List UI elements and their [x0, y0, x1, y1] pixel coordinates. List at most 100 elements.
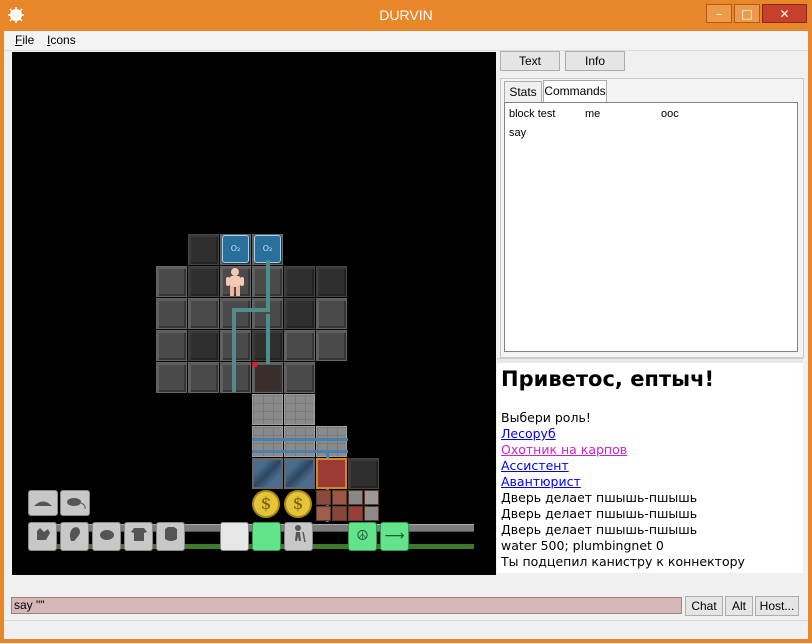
map-view[interactable]: O₂ O₂ $ $ ☮ ⟶ — [12, 52, 496, 575]
brick-tile — [364, 506, 379, 521]
window-title: DURVIN — [379, 7, 433, 23]
coin-icon[interactable]: $ — [284, 490, 312, 518]
water-pipe — [252, 450, 348, 453]
floor-tile — [284, 266, 315, 297]
brick-tile — [332, 506, 347, 521]
hud-walk-icon[interactable] — [284, 522, 313, 551]
grab-hand-icon — [36, 528, 50, 540]
command-me[interactable]: me — [585, 108, 600, 120]
hud-ear-icon[interactable] — [60, 522, 89, 551]
command-say[interactable]: say — [509, 127, 526, 139]
menu-file[interactable]: File — [15, 33, 34, 47]
alt-button[interactable]: Alt — [725, 596, 753, 616]
output-line: Дверь делает пшышь-пшышь — [501, 506, 698, 521]
window-tile — [252, 458, 283, 489]
floor-tile — [316, 266, 347, 297]
role-link-adventurer[interactable]: Авантюрист — [501, 474, 581, 489]
greeting-text: Приветос, ептыч! — [501, 367, 715, 391]
hud-grab-icon[interactable] — [28, 522, 57, 551]
clothes-icon — [130, 528, 147, 541]
window-border-bottom — [0, 639, 812, 643]
floor-tile — [188, 266, 219, 297]
floor-tile — [316, 330, 347, 361]
tab-stats[interactable]: Stats — [504, 81, 542, 102]
chat-button[interactable]: Chat — [685, 596, 723, 616]
window-border-right — [808, 31, 812, 643]
host-button[interactable]: Host... — [755, 596, 799, 616]
floor-tile — [284, 330, 315, 361]
output-panel: Приветос, ептыч! Выбери роль! Лесоруб Ох… — [497, 363, 803, 573]
brick-tile — [348, 490, 363, 505]
menu-file-label: ile — [22, 33, 35, 47]
wall-tile — [284, 394, 315, 425]
hud-right-hand-slot[interactable] — [252, 522, 281, 551]
command-input[interactable]: say "" — [11, 597, 682, 614]
floor-tile — [284, 362, 315, 393]
brick-tile — [316, 506, 331, 521]
menu-bar: File Icons — [0, 31, 812, 51]
connector-marker — [252, 362, 257, 367]
role-link-carp-hunter[interactable]: Охотник на карпов — [501, 442, 627, 457]
floor-tile — [156, 362, 187, 393]
floor-tile — [284, 298, 315, 329]
ear-icon — [69, 527, 80, 541]
hud-rat-icon[interactable] — [60, 490, 90, 516]
pump-device[interactable] — [316, 458, 347, 489]
window-border-left — [0, 31, 4, 643]
menu-icons[interactable]: Icons — [47, 33, 76, 47]
output-line: Ты подцепил канистру к коннектору — [501, 554, 745, 569]
title-bar: DURVIN – □ ✕ — [0, 0, 812, 31]
output-line: water 500; plumbingnet 0 — [501, 538, 664, 553]
command-block-test[interactable]: block test — [509, 108, 555, 120]
output-line: Дверь делает пшышь-пшышь — [501, 522, 698, 537]
peace-intent-icon[interactable]: ☮ — [348, 522, 377, 551]
floor-tile — [188, 298, 219, 329]
brick-tile — [348, 506, 363, 521]
hud-left-hand-slot[interactable] — [220, 522, 249, 551]
maximize-button[interactable]: □ — [734, 4, 760, 23]
floor-tile — [156, 298, 187, 329]
player-character[interactable] — [224, 267, 246, 297]
window-tile — [284, 458, 315, 489]
pipe — [234, 308, 270, 312]
commands-list: block test me ooc say — [504, 102, 798, 352]
gas-canister[interactable]: O₂ — [222, 235, 249, 263]
wall-tile — [252, 394, 283, 425]
role-link-lumberjack[interactable]: Лесоруб — [501, 426, 556, 441]
brick-tile — [364, 490, 379, 505]
app-icon — [8, 7, 24, 23]
pipe — [266, 314, 270, 364]
water-pipe — [252, 438, 348, 441]
floor-tile — [188, 362, 219, 393]
pipe — [232, 308, 236, 392]
brick-tile — [332, 490, 347, 505]
rest-icon — [34, 501, 52, 506]
hud-rest-icon[interactable] — [28, 490, 58, 516]
close-button[interactable]: ✕ — [762, 4, 807, 23]
text-button[interactable]: Text — [500, 51, 560, 71]
floor-tile — [156, 266, 187, 297]
floor-tile — [316, 298, 347, 329]
command-ooc[interactable]: ooc — [661, 108, 679, 120]
tab-commands[interactable]: Commands — [543, 80, 607, 103]
gas-canister[interactable]: O₂ — [254, 235, 281, 263]
armor-icon — [164, 527, 177, 541]
arrow-intent-icon[interactable]: ⟶ — [380, 522, 409, 551]
role-link-assistant[interactable]: Ассистент — [501, 458, 569, 473]
minimize-button[interactable]: – — [706, 4, 732, 23]
menu-icons-label: cons — [50, 33, 76, 47]
pipe — [266, 260, 270, 310]
hud-armor-icon[interactable] — [156, 522, 185, 551]
brick-tile — [316, 490, 331, 505]
hud-clothes-icon[interactable] — [124, 522, 153, 551]
info-button[interactable]: Info — [565, 51, 625, 71]
floor-tile — [188, 330, 219, 361]
walk-icon — [294, 525, 306, 543]
floor-tile — [156, 330, 187, 361]
coin-icon[interactable]: $ — [252, 490, 280, 518]
rat-icon — [67, 498, 86, 510]
output-line: Дверь делает пшышь-пшышь — [501, 490, 698, 505]
hud-drop-icon[interactable] — [92, 522, 121, 551]
floor-tile — [188, 234, 219, 265]
drop-icon — [99, 530, 114, 540]
